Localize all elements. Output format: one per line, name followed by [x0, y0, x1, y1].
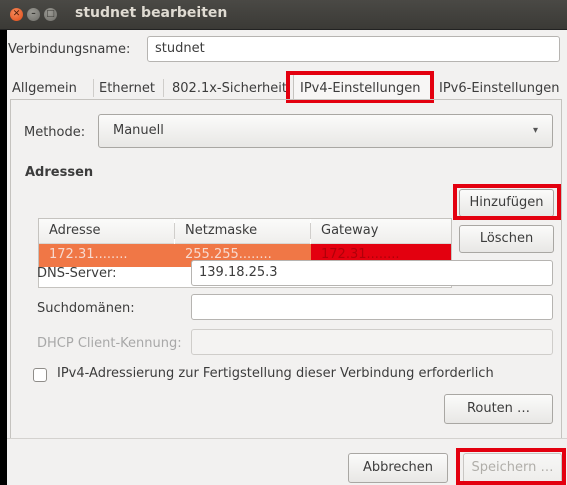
dns-server-label: DNS-Server:: [37, 266, 117, 281]
delete-address-button[interactable]: Löschen: [459, 225, 554, 253]
dialog-body: Verbindungsname: studnet Allgemein Ether…: [7, 30, 567, 485]
connection-name-label: Verbindungsname:: [8, 42, 131, 57]
save-button[interactable]: Speichern …: [463, 453, 562, 483]
search-domains-label: Suchdomänen:: [37, 301, 135, 316]
add-address-button[interactable]: Hinzufügen: [459, 189, 554, 217]
dns-server-input[interactable]: 139.18.25.3: [191, 260, 553, 286]
footer-divider: [7, 438, 567, 439]
column-header-netmask[interactable]: Netzmaske: [175, 219, 310, 244]
maximize-icon[interactable]: □: [44, 8, 57, 21]
dhcp-client-id-input: [191, 329, 553, 355]
addresses-heading: Adressen: [25, 165, 94, 180]
routes-button[interactable]: Routen …: [444, 394, 553, 424]
dhcp-client-id-label: DHCP Client-Kennung:: [37, 336, 182, 351]
method-label: Methode:: [24, 125, 86, 140]
minimize-icon[interactable]: –: [27, 8, 40, 21]
title-bar: ✕ – □ studnet bearbeiten: [0, 0, 567, 30]
require-ipv4-label[interactable]: IPv4-Adressierung zur Fertigstellung die…: [57, 366, 494, 381]
column-header-address[interactable]: Adresse: [39, 219, 174, 244]
require-ipv4-checkbox[interactable]: [33, 368, 47, 382]
close-icon[interactable]: ✕: [10, 8, 23, 21]
cancel-button[interactable]: Abbrechen: [348, 453, 448, 483]
search-domains-input[interactable]: [191, 294, 553, 320]
method-select[interactable]: Manuell ▾: [98, 114, 553, 148]
dropdown-arrow-icon: ▾: [532, 125, 538, 136]
dialog-window: ✕ – □ studnet bearbeiten Verbindungsname…: [0, 0, 567, 485]
tab-separator: [93, 79, 94, 97]
cell-address[interactable]: 172.31........: [39, 244, 174, 267]
method-value: Manuell: [113, 123, 164, 138]
connection-name-input[interactable]: studnet: [147, 36, 560, 62]
window-title: studnet bearbeiten: [75, 5, 228, 21]
tab-separator: [163, 79, 164, 97]
column-header-gateway[interactable]: Gateway: [311, 219, 451, 244]
